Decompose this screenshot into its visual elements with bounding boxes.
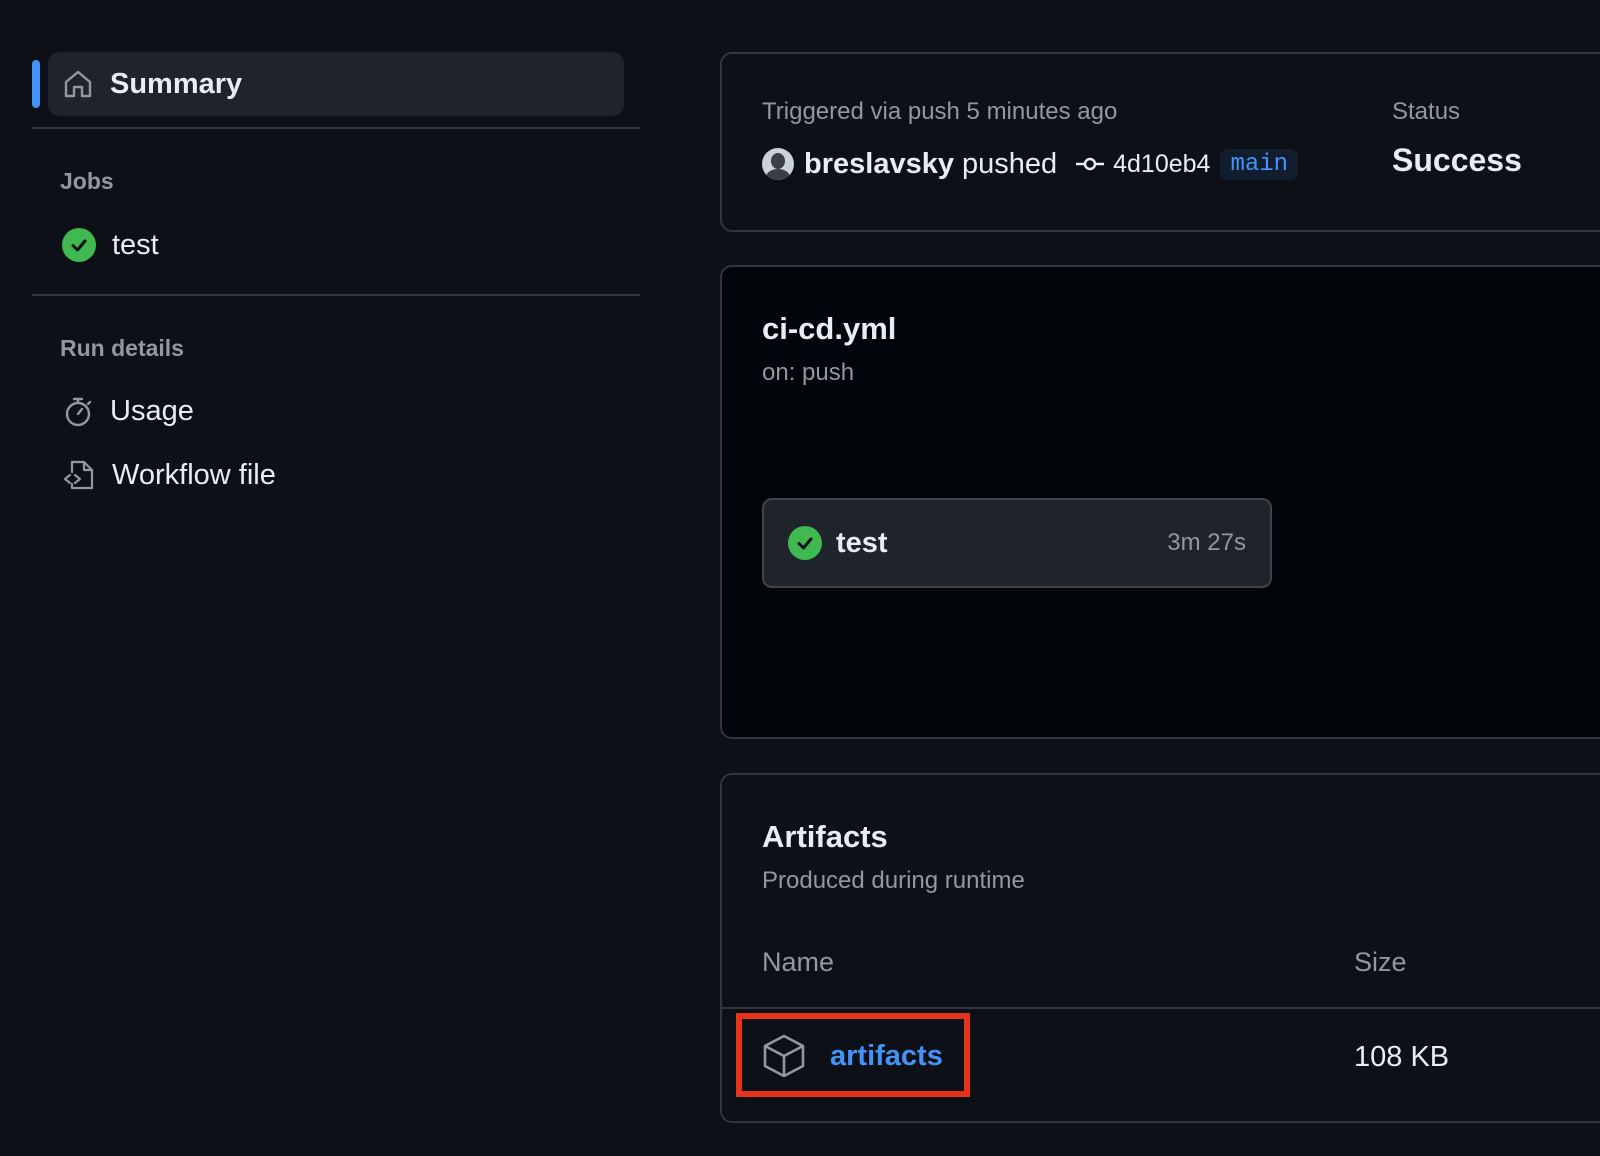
artifact-link[interactable]: artifacts xyxy=(762,1033,943,1079)
commit-sha-link[interactable]: 4d10eb4 xyxy=(1113,150,1210,179)
column-header-name: Name xyxy=(762,947,835,977)
sidebar-divider xyxy=(32,294,640,296)
sidebar-item-summary[interactable]: Summary xyxy=(48,52,624,116)
job-name: test xyxy=(836,526,888,559)
sidebar-divider xyxy=(32,127,640,129)
summary-row: Summary xyxy=(32,52,640,116)
home-icon xyxy=(62,68,94,100)
stopwatch-icon xyxy=(62,396,94,428)
package-icon xyxy=(762,1033,806,1079)
artifact-name: artifacts xyxy=(830,1039,943,1072)
jobs-section-title: Jobs xyxy=(60,168,114,194)
sidebar-item-job-test[interactable]: test xyxy=(62,228,159,262)
artifacts-title: Artifacts xyxy=(762,819,888,854)
active-indicator xyxy=(32,60,40,108)
job-duration: 3m 27s xyxy=(1167,529,1246,556)
artifact-size: 108 KB xyxy=(1354,1041,1450,1073)
run-summary-panel: Triggered via push 5 minutes ago breslav… xyxy=(720,52,1600,232)
sidebar: Summary Jobs test Run details Usage Work… xyxy=(32,52,640,491)
avatar[interactable] xyxy=(762,148,794,180)
summary-label: Summary xyxy=(110,67,243,100)
status-value: Success xyxy=(1392,142,1522,178)
workflow-graph-panel: ci-cd.yml on: push test 3m 27s xyxy=(720,265,1600,739)
file-code-icon xyxy=(62,458,96,492)
check-circle-icon xyxy=(788,526,822,560)
column-header-size: Size xyxy=(1354,947,1407,977)
run-details-section-title: Run details xyxy=(60,335,184,361)
job-label: test xyxy=(112,228,159,261)
push-info: breslavsky pushed 4d10eb4 main xyxy=(762,144,1299,184)
status-label: Status xyxy=(1392,98,1461,125)
job-card-test[interactable]: test 3m 27s xyxy=(762,498,1272,588)
sidebar-item-workflow-file[interactable]: Workflow file xyxy=(62,458,276,492)
sidebar-item-usage[interactable]: Usage xyxy=(62,395,194,428)
check-circle-icon xyxy=(62,228,96,262)
branch-badge[interactable]: main xyxy=(1220,148,1299,180)
workflow-file-label: Workflow file xyxy=(112,458,276,491)
workflow-file-name: ci-cd.yml xyxy=(762,311,897,346)
usage-label: Usage xyxy=(110,395,194,427)
triggered-text: Triggered via push 5 minutes ago xyxy=(762,98,1118,125)
workflow-trigger: on: push xyxy=(762,359,855,386)
actor-link[interactable]: breslavsky xyxy=(804,148,954,181)
artifacts-subtitle: Produced during runtime xyxy=(762,867,1025,894)
push-action: pushed xyxy=(961,147,1058,180)
artifacts-panel: Artifacts Produced during runtime Name S… xyxy=(720,773,1600,1123)
git-commit-icon xyxy=(1075,154,1105,174)
table-row: artifacts 108 KB xyxy=(722,1009,1600,1123)
